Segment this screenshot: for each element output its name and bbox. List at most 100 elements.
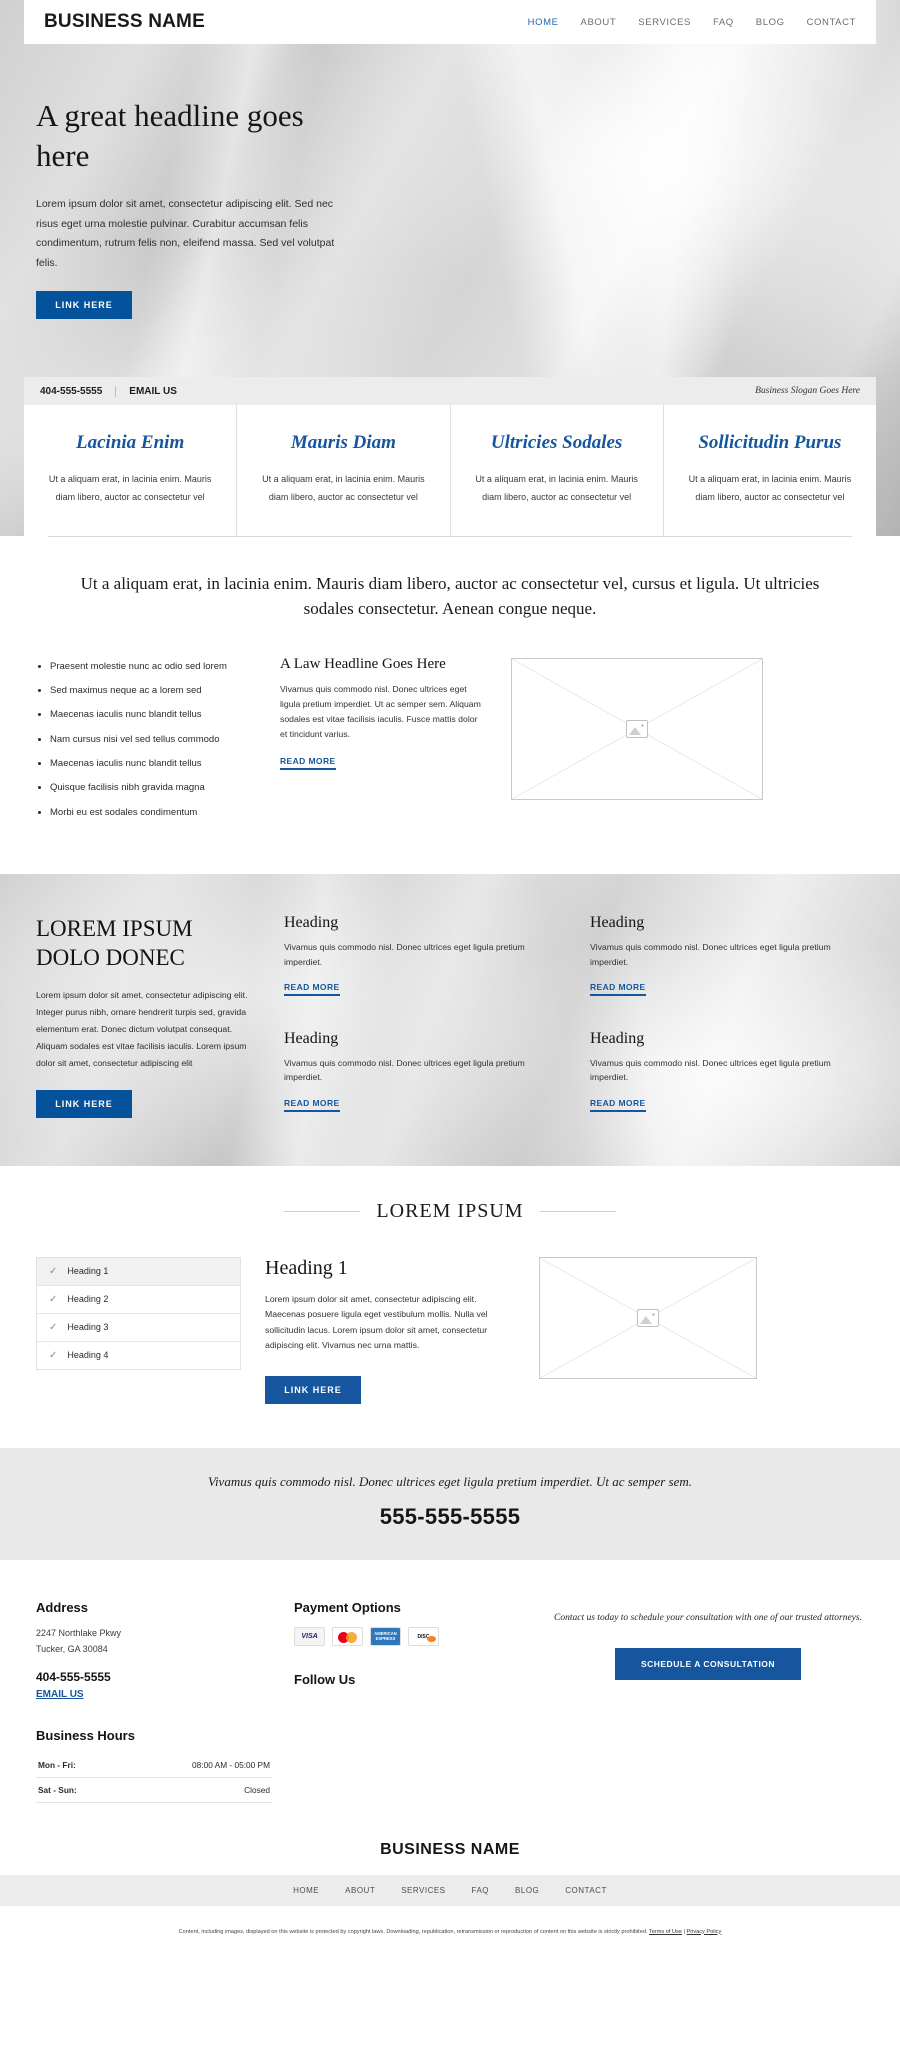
- accordion-item-label: Heading 1: [67, 1266, 109, 1277]
- section3-cta-button[interactable]: LINK HERE: [265, 1376, 361, 1405]
- image-icon: [637, 1308, 659, 1327]
- footer-business-name: BUSINESS NAME: [380, 1840, 520, 1858]
- section-title: LOREM IPSUM: [36, 1199, 864, 1223]
- nav-item-about[interactable]: ABOUT: [581, 17, 617, 28]
- band-cell-read-more[interactable]: READ MORE: [284, 1098, 340, 1113]
- accordion-item-label: Heading 2: [67, 1294, 109, 1305]
- copyright-separator: |: [683, 1928, 685, 1935]
- service-card-body: Ut a aliquam erat, in lacinia enim. Maur…: [475, 473, 638, 502]
- footer-nav-contact[interactable]: CONTACT: [565, 1886, 607, 1895]
- band-cell-heading: Heading: [284, 913, 339, 931]
- band-cell-heading: Heading: [590, 1029, 645, 1047]
- service-card[interactable]: Sollicitudin Purus Ut a aliquam erat, in…: [664, 405, 876, 536]
- intro-text: Ut a aliquam erat, in lacinia enim. Maur…: [80, 573, 820, 619]
- footer-phone[interactable]: 404-555-5555: [36, 1670, 272, 1684]
- band-cell-read-more[interactable]: READ MORE: [590, 982, 646, 997]
- address-line-1: 2247 Northlake Pkwy: [36, 1628, 122, 1639]
- amex-icon: AMERICAN EXPRESS: [370, 1627, 401, 1647]
- hours-time: 08:00 AM - 05:00 PM: [192, 1759, 270, 1770]
- check-icon: ✓: [49, 1321, 58, 1333]
- accordion-item-label: Heading 3: [67, 1322, 109, 1333]
- visa-icon: VISA: [294, 1627, 325, 1647]
- accordion-item[interactable]: ✓ Heading 1: [37, 1257, 240, 1286]
- address-title: Address: [36, 1600, 89, 1616]
- footer-nav-home[interactable]: HOME: [293, 1886, 319, 1895]
- nav-item-faq[interactable]: FAQ: [713, 17, 734, 28]
- accordion-list: ✓ Heading 1 ✓ Heading 2 ✓ Heading 3 ✓ He…: [36, 1256, 241, 1370]
- section3-content: Heading 1 Lorem ipsum dolor sit amet, co…: [265, 1257, 515, 1405]
- list-item: Morbi eu est sodales condimentum: [50, 806, 254, 819]
- hours-row: Mon - Fri: 08:00 AM - 05:00 PM: [36, 1753, 272, 1778]
- quote-text: Vivamus quis commodo nisl. Donec ultrice…: [207, 1474, 693, 1490]
- list-item: Nam cursus nisi vel sed tellus commodo: [50, 733, 254, 746]
- band-cell-body: Vivamus quis commodo nisl. Donec ultrice…: [284, 1057, 525, 1083]
- band-heading: LOREM IPSUM DOLO DONEC: [36, 915, 193, 971]
- footer-consult-column: Contact us today to schedule your consul…: [552, 1600, 864, 1802]
- law-read-more-link[interactable]: READ MORE: [280, 756, 336, 770]
- copyright-bar: Content, including images, displayed on …: [0, 1906, 900, 1957]
- band-cta-button[interactable]: LINK HERE: [36, 1089, 132, 1118]
- list-item: Sed maximus neque ac a lorem sed: [50, 684, 254, 697]
- section3-heading: Heading 1: [265, 1256, 348, 1279]
- footer-nav-faq[interactable]: FAQ: [472, 1886, 490, 1895]
- service-card-title: Ultricies Sodales: [490, 432, 623, 454]
- section-title-text: LOREM IPSUM: [360, 1199, 540, 1222]
- quote-phone[interactable]: 555-555-5555: [60, 1504, 840, 1530]
- law-body: Vivamus quis commodo nisl. Donec ultrice…: [280, 683, 481, 740]
- footer-nav-blog[interactable]: BLOG: [515, 1886, 539, 1895]
- hero-cta-button[interactable]: LINK HERE: [36, 291, 132, 320]
- footer-address-column: Address 2247 Northlake Pkwy Tucker, GA 3…: [36, 1600, 272, 1803]
- service-card[interactable]: Lacinia Enim Ut a aliquam erat, in lacin…: [24, 405, 238, 536]
- contact-email-link[interactable]: EMAIL US: [115, 385, 177, 397]
- follow-title: Follow Us: [294, 1672, 356, 1688]
- law-column: A Law Headline Goes Here Vivamus quis co…: [280, 656, 485, 770]
- nav-item-services[interactable]: SERVICES: [638, 17, 691, 28]
- band-cell: Heading Vivamus quis commodo nisl. Donec…: [284, 1030, 558, 1118]
- service-card-title: Lacinia Enim: [76, 432, 185, 454]
- band-cell-read-more[interactable]: READ MORE: [284, 982, 340, 997]
- image-placeholder: [511, 657, 763, 800]
- footer-nav-about[interactable]: ABOUT: [345, 1886, 375, 1895]
- band-body: Lorem ipsum dolor sit amet, consectetur …: [36, 989, 248, 1068]
- footer-email-link[interactable]: EMAIL US: [36, 1689, 84, 1700]
- section3-body: Lorem ipsum dolor sit amet, consectetur …: [265, 1293, 488, 1351]
- band-cell-body: Vivamus quis commodo nisl. Donec ultrice…: [590, 1057, 831, 1083]
- hero-content: A great headline goes here Lorem ipsum d…: [0, 44, 900, 377]
- contact-phone[interactable]: 404-555-5555: [40, 386, 115, 397]
- accordion-item[interactable]: ✓ Heading 4: [37, 1342, 240, 1369]
- business-hours: Business Hours Mon - Fri: 08:00 AM - 05:…: [36, 1728, 272, 1803]
- business-slogan: Business Slogan Goes Here: [755, 386, 860, 397]
- consult-note: Contact us today to schedule your consul…: [554, 1613, 862, 1624]
- service-card-title: Mauris Diam: [290, 432, 396, 454]
- service-card[interactable]: Ultricies Sodales Ut a aliquam erat, in …: [451, 405, 664, 536]
- schedule-consultation-button[interactable]: SCHEDULE A CONSULTATION: [614, 1648, 802, 1681]
- check-icon: ✓: [49, 1265, 58, 1277]
- nav-item-home[interactable]: HOME: [528, 17, 559, 28]
- address-line-2: Tucker, GA 30084: [36, 1644, 108, 1655]
- hours-day: Sat - Sun:: [38, 1784, 77, 1795]
- contact-bar: 404-555-5555 EMAIL US Business Slogan Go…: [24, 377, 876, 406]
- accordion-item[interactable]: ✓ Heading 3: [37, 1314, 240, 1342]
- nav-item-contact[interactable]: CONTACT: [807, 17, 856, 28]
- service-card[interactable]: Mauris Diam Ut a aliquam erat, in lacini…: [237, 405, 451, 536]
- band-cell: Heading Vivamus quis commodo nisl. Donec…: [590, 914, 864, 1002]
- site-logo: BUSINESS NAME: [44, 11, 205, 32]
- band-cell-body: Vivamus quis commodo nisl. Donec ultrice…: [590, 941, 831, 967]
- list-item: Maecenas iaculis nunc blandit tellus: [50, 708, 254, 721]
- accordion-item[interactable]: ✓ Heading 2: [37, 1286, 240, 1314]
- nav-item-blog[interactable]: BLOG: [756, 17, 785, 28]
- band-cell-heading: Heading: [284, 1029, 339, 1047]
- copyright-text: Content, including images, displayed on …: [178, 1928, 648, 1935]
- privacy-policy-link[interactable]: Privacy Policy: [687, 1929, 722, 1935]
- footer-navigation: HOME ABOUT SERVICES FAQ BLOG CONTACT: [0, 1874, 900, 1906]
- band-cell: Heading Vivamus quis commodo nisl. Donec…: [590, 1030, 864, 1118]
- discover-icon: DISC: [408, 1627, 439, 1647]
- hero-headline: A great headline goes here: [36, 98, 304, 173]
- law-heading: A Law Headline Goes Here: [280, 655, 446, 672]
- footer-nav-services[interactable]: SERVICES: [401, 1886, 445, 1895]
- terms-of-use-link[interactable]: Terms of Use: [649, 1929, 682, 1935]
- band-cell-read-more[interactable]: READ MORE: [590, 1098, 646, 1113]
- check-icon: ✓: [49, 1349, 58, 1361]
- image-placeholder: [539, 1256, 757, 1379]
- feature-band: LOREM IPSUM DOLO DONEC Lorem ipsum dolor…: [0, 873, 900, 1166]
